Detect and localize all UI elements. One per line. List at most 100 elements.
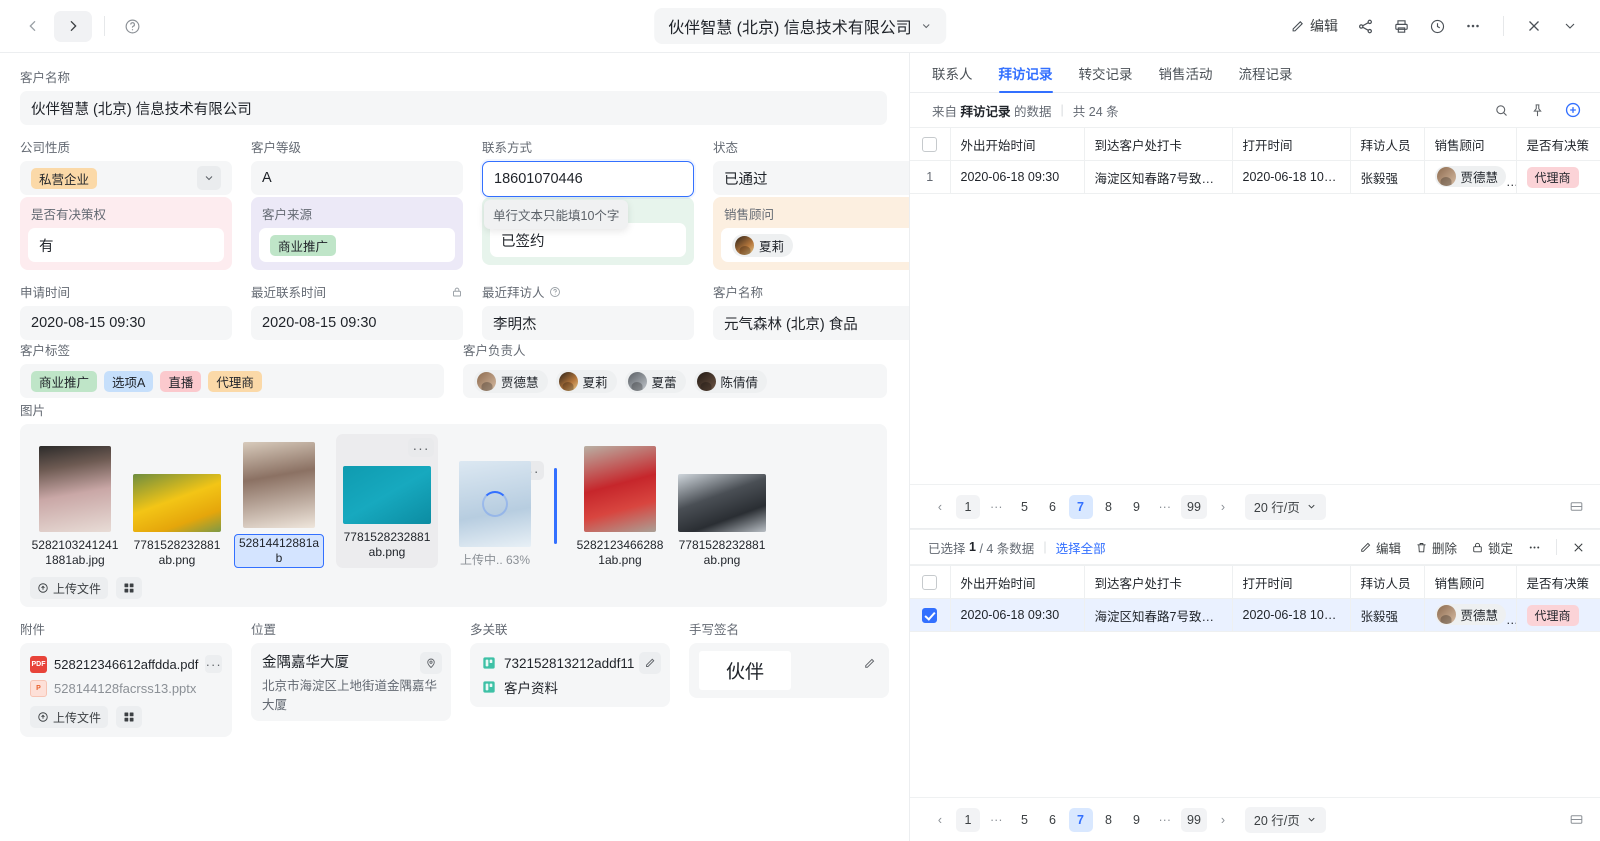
- page-8[interactable]: 8: [1097, 808, 1121, 832]
- page-7-current[interactable]: 7: [1068, 807, 1093, 832]
- image-thumbnail[interactable]: [39, 446, 111, 532]
- relations-container[interactable]: 732152813212addf11 客户资料: [470, 643, 670, 707]
- image-item[interactable]: 7781528232881 ab.png: [132, 446, 222, 568]
- image-thumbnail[interactable]: [584, 446, 656, 532]
- customer-name-2-input[interactable]: 元气森林 (北京) 食品: [713, 306, 909, 340]
- column-header[interactable]: 是否有决策: [1516, 565, 1600, 599]
- bulk-lock-button[interactable]: 锁定: [1471, 538, 1513, 557]
- column-header[interactable]: 打开时间: [1232, 127, 1351, 161]
- page-6[interactable]: 6: [1041, 808, 1065, 832]
- tab-process-records[interactable]: 流程记录: [1239, 53, 1293, 93]
- row-checkbox[interactable]: [922, 607, 938, 623]
- bulk-edit-button[interactable]: 编辑: [1359, 538, 1401, 557]
- image-item-hovered[interactable]: ··· 7781528232881 ab.png: [336, 434, 438, 568]
- print-button[interactable]: [1385, 10, 1417, 42]
- page-size-select[interactable]: 20 行/页: [1244, 806, 1326, 833]
- column-header[interactable]: 到达客户处打卡: [1084, 127, 1233, 161]
- page-9[interactable]: 9: [1125, 808, 1149, 832]
- row-density-button[interactable]: [1569, 499, 1584, 514]
- share-button[interactable]: [1349, 10, 1381, 42]
- person-chip[interactable]: 夏莉: [732, 233, 794, 257]
- page-99[interactable]: 99: [1181, 807, 1207, 832]
- image-item[interactable]: 5282123466288 1ab.png: [575, 446, 665, 568]
- window-title-dropdown[interactable]: 伙伴智慧 (北京) 信息技术有限公司: [654, 8, 946, 44]
- column-header[interactable]: 拜访人员: [1350, 127, 1425, 161]
- next-page-button[interactable]: ›: [1211, 495, 1235, 519]
- tab-contacts[interactable]: 联系人: [932, 53, 973, 93]
- last-visitor-input[interactable]: 李明杰: [482, 306, 694, 340]
- back-button[interactable]: [14, 11, 52, 42]
- page-6[interactable]: 6: [1041, 495, 1065, 519]
- help-button[interactable]: [117, 11, 147, 41]
- page-9[interactable]: 9: [1125, 495, 1149, 519]
- sales-consultant-input[interactable]: 夏莉: [721, 228, 909, 262]
- page-5[interactable]: 5: [1013, 808, 1037, 832]
- customer-tags-input[interactable]: 商业推广 选项A 直播 代理商: [20, 364, 444, 398]
- person-chip[interactable]: 夏蕾: [624, 369, 686, 393]
- upload-file-button[interactable]: 上传文件: [30, 706, 109, 728]
- pin-icon[interactable]: [1526, 99, 1548, 121]
- column-header[interactable]: 是否有决策: [1516, 127, 1600, 161]
- page-size-select[interactable]: 20 行/页: [1244, 493, 1326, 520]
- last-contact-time-input[interactable]: 2020-08-15 09:30: [251, 306, 463, 340]
- image-more-icon[interactable]: ···: [408, 438, 434, 457]
- row-density-button[interactable]: [1569, 812, 1584, 827]
- column-header[interactable]: 打开时间: [1232, 565, 1351, 599]
- search-icon[interactable]: [1490, 99, 1512, 121]
- image-item-uploading[interactable]: ··· 上传中.. 63%: [450, 461, 544, 568]
- select-all-checkbox[interactable]: [922, 136, 938, 152]
- grid-view-button[interactable]: [116, 706, 143, 728]
- page-99[interactable]: 99: [1181, 494, 1207, 519]
- person-chip[interactable]: 陈倩倩: [693, 369, 768, 393]
- add-record-icon[interactable]: [1562, 99, 1584, 121]
- column-header[interactable]: 到达客户处打卡: [1084, 565, 1233, 599]
- forward-button[interactable]: [54, 10, 92, 42]
- image-rename-input[interactable]: 52814412881ab: [234, 534, 324, 568]
- page-7-current[interactable]: 7: [1068, 494, 1093, 519]
- column-header[interactable]: 销售顾问: [1424, 565, 1517, 599]
- customer-source-input[interactable]: 商业推广: [259, 228, 455, 262]
- select-all-header[interactable]: [910, 565, 951, 599]
- attachment-more-icon[interactable]: ···: [205, 655, 222, 673]
- upload-file-button[interactable]: 上传文件: [30, 577, 109, 599]
- attachment-row[interactable]: PDF 528212346612affdda.pdf ···: [30, 652, 222, 676]
- relation-row[interactable]: 732152813212addf11: [481, 651, 659, 675]
- image-thumbnail[interactable]: [678, 474, 766, 532]
- select-all-header[interactable]: [910, 127, 951, 161]
- question-circle-icon[interactable]: [549, 286, 561, 298]
- signature-edit-icon[interactable]: [858, 652, 880, 674]
- column-header[interactable]: 拜访人员: [1350, 565, 1425, 599]
- page-8[interactable]: 8: [1097, 495, 1121, 519]
- prev-page-button[interactable]: ‹: [928, 495, 952, 519]
- history-button[interactable]: [1421, 10, 1453, 42]
- close-button[interactable]: [1518, 10, 1550, 42]
- contact-method-input[interactable]: 18601070446: [482, 161, 694, 197]
- grid-view-button[interactable]: [116, 577, 143, 599]
- signature-container[interactable]: 伙伴: [689, 643, 889, 698]
- column-header[interactable]: 销售顾问: [1424, 127, 1517, 161]
- more-button[interactable]: [1457, 10, 1489, 42]
- image-item[interactable]: 5282103241241 1881ab.jpg: [30, 446, 120, 568]
- selection-close-button[interactable]: [1571, 540, 1586, 555]
- person-chip[interactable]: 贾德慧: [474, 369, 548, 393]
- table-row[interactable]: 2020-06-18 09:30 海淀区知春路7号致真... 2020-06-1…: [910, 598, 1600, 632]
- image-thumbnail[interactable]: [133, 474, 221, 532]
- select-all-checkbox[interactable]: [922, 574, 938, 590]
- select-all-link[interactable]: 选择全部: [1056, 538, 1106, 557]
- prev-page-button[interactable]: ‹: [928, 808, 952, 832]
- page-1[interactable]: 1: [956, 807, 980, 832]
- person-chip[interactable]: 夏莉: [555, 369, 617, 393]
- location-pin-icon[interactable]: [420, 652, 442, 674]
- collapse-button[interactable]: [1554, 10, 1586, 42]
- image-thumbnail[interactable]: [243, 442, 315, 528]
- table-row[interactable]: 1 2020-06-18 09:30 海淀区知春路7号致真... 2020-06…: [910, 160, 1600, 194]
- bulk-delete-button[interactable]: 删除: [1415, 538, 1457, 557]
- company-nature-select[interactable]: 私营企业: [20, 161, 232, 195]
- tab-transfer-records[interactable]: 转交记录: [1079, 53, 1133, 93]
- customer-name-input[interactable]: 伙伴智慧 (北京) 信息技术有限公司: [20, 91, 887, 125]
- relations-edit-icon[interactable]: [639, 652, 661, 674]
- selection-more-button[interactable]: [1527, 540, 1542, 555]
- column-header[interactable]: 外出开始时间: [950, 565, 1085, 599]
- column-header[interactable]: 外出开始时间: [950, 127, 1085, 161]
- location-container[interactable]: 金隅嘉华大厦 北京市海淀区上地街道金隅嘉华大厦: [251, 643, 451, 721]
